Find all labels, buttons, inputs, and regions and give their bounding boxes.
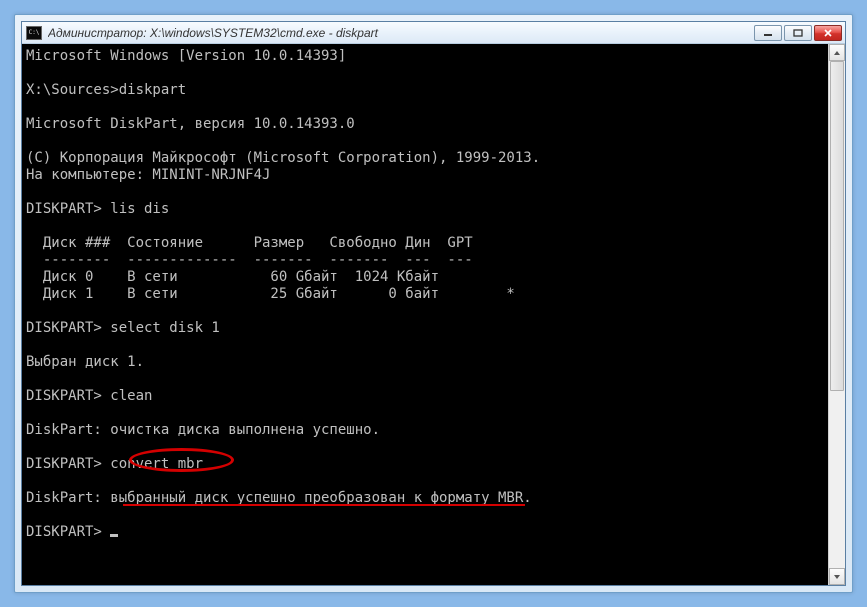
console-line: Выбран диск 1. (26, 354, 144, 370)
scroll-track[interactable] (829, 61, 845, 568)
console-output[interactable]: Microsoft Windows [Version 10.0.14393] X… (22, 44, 827, 585)
titlebar[interactable]: Администратор: X:\windows\SYSTEM32\cmd.e… (22, 22, 845, 44)
outer-frame: Администратор: X:\windows\SYSTEM32\cmd.e… (14, 14, 853, 593)
console-line: Диск 1 В сети 25 Gбайт 0 байт * (26, 286, 515, 302)
window-title: Администратор: X:\windows\SYSTEM32\cmd.e… (48, 26, 754, 40)
minimize-icon (763, 29, 773, 37)
console-line: Microsoft DiskPart, версия 10.0.14393.0 (26, 116, 355, 132)
maximize-icon (793, 29, 803, 37)
chevron-down-icon (833, 574, 841, 580)
vertical-scrollbar[interactable] (828, 44, 845, 585)
console-line: DISKPART> lis dis (26, 201, 169, 217)
chevron-up-icon (833, 50, 841, 56)
scroll-up-button[interactable] (829, 44, 845, 61)
text-cursor (110, 534, 118, 537)
maximize-button[interactable] (784, 25, 812, 41)
cmd-icon (26, 26, 42, 40)
console-line: Диск 0 В сети 60 Gбайт 1024 Kбайт (26, 269, 439, 285)
close-icon (823, 29, 833, 37)
close-button[interactable] (814, 25, 842, 41)
console-line: DiskPart: выбранный диск успешно преобра… (26, 490, 532, 506)
console-line: DISKPART> select disk 1 (26, 320, 220, 336)
minimize-button[interactable] (754, 25, 782, 41)
console-line: X:\Sources>diskpart (26, 82, 186, 98)
console-line: DISKPART> clean (26, 388, 152, 404)
scroll-thumb[interactable] (830, 61, 844, 391)
console-line: На компьютере: MININT-NRJNF4J (26, 167, 270, 183)
window-controls (754, 25, 842, 41)
console-area: Microsoft Windows [Version 10.0.14393] X… (22, 44, 845, 585)
console-line: (C) Корпорация Майкрософт (Microsoft Cor… (26, 150, 540, 166)
console-line: Microsoft Windows [Version 10.0.14393] (26, 48, 346, 64)
console-line: -------- ------------- ------- ------- -… (26, 252, 473, 268)
command-prompt-window: Администратор: X:\windows\SYSTEM32\cmd.e… (21, 21, 846, 586)
scroll-down-button[interactable] (829, 568, 845, 585)
console-line: Диск ### Состояние Размер Свободно Дин G… (26, 235, 473, 251)
console-line: DISKPART> convert mbr (26, 456, 203, 472)
console-line: DISKPART> (26, 524, 110, 540)
console-line: DiskPart: очистка диска выполнена успешн… (26, 422, 380, 438)
